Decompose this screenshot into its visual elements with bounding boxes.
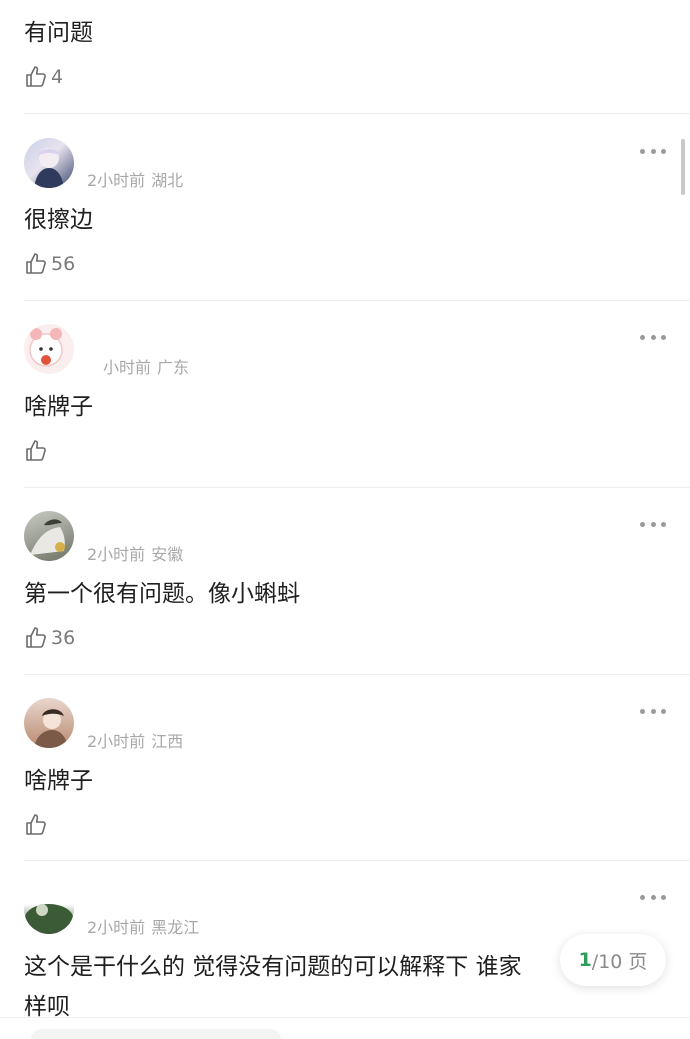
dot-icon	[661, 148, 666, 154]
comment-meta: 2小时前 安徽	[87, 541, 183, 565]
more-options-button[interactable]	[640, 333, 666, 341]
dot-icon	[650, 334, 656, 340]
like-count: 56	[51, 253, 76, 275]
thumbs-up-icon	[26, 627, 46, 648]
comment-text: 啥牌子	[24, 768, 93, 794]
comment-time: 2小时前	[87, 918, 146, 937]
comment-time: 2小时前	[87, 545, 146, 564]
avatar[interactable]	[24, 698, 74, 748]
dot-icon	[640, 334, 645, 340]
avatar[interactable]	[24, 138, 74, 188]
like-count: 4	[51, 66, 64, 88]
comment-region: 黑龙江	[151, 918, 200, 937]
dot-icon	[661, 521, 666, 527]
like-button[interactable]	[24, 812, 51, 838]
comment-region: 湖北	[151, 171, 184, 190]
comment-item: 有问题 4	[0, 0, 690, 113]
dot-icon	[661, 894, 666, 900]
more-options-button[interactable]	[640, 147, 666, 155]
comment-meta: 小时前 广东	[103, 354, 189, 378]
comment-item: 2小时前 安徽 第一个很有问题。像小蝌蚪 36	[0, 488, 690, 674]
dot-icon	[640, 894, 645, 900]
thumbs-up-icon	[26, 253, 46, 274]
comment-item: 小时前 广东 啥牌子	[0, 301, 690, 487]
bottom-bar	[0, 1017, 690, 1039]
comment-text: 这个是干什么的 觉得没有问题的可以解释下 谁家样呗	[24, 954, 522, 1020]
comment-time: 小时前	[103, 358, 152, 377]
comment-meta: 2小时前 黑龙江	[87, 914, 199, 938]
like-button[interactable]: 56	[24, 251, 75, 277]
like-button[interactable]: 4	[24, 64, 63, 90]
avatar[interactable]	[24, 511, 74, 561]
scrollbar[interactable]	[681, 139, 685, 195]
comment-text: 第一个很有问题。像小蝌蚪	[24, 581, 300, 607]
comment-text: 啥牌子	[24, 394, 93, 420]
comment-time: 2小时前	[87, 732, 146, 751]
comment-time: 2小时前	[87, 171, 146, 190]
comment-region: 江西	[151, 732, 184, 751]
thumbs-up-icon	[26, 440, 46, 461]
avatar[interactable]	[24, 884, 74, 934]
dot-icon	[650, 708, 656, 714]
like-count: 36	[51, 627, 76, 649]
thumbs-up-icon	[26, 814, 46, 835]
comment-meta: 2小时前 江西	[87, 728, 183, 752]
comment-meta: 2小时前 湖北	[87, 167, 183, 191]
comment-item: 2小时前 湖北 很擦边 56	[0, 114, 690, 300]
like-button[interactable]	[24, 438, 51, 464]
thumbs-up-icon	[26, 66, 46, 87]
dot-icon	[650, 521, 656, 527]
dot-icon	[640, 708, 645, 714]
dot-icon	[650, 148, 656, 154]
like-button[interactable]: 36	[24, 625, 75, 651]
comment-region: 安徽	[151, 545, 184, 564]
more-options-button[interactable]	[640, 707, 666, 715]
more-options-button[interactable]	[640, 893, 666, 901]
dot-icon	[661, 708, 666, 714]
comment-input-pill[interactable]	[30, 1029, 282, 1039]
page-indicator[interactable]: 1/10 页	[560, 934, 666, 986]
comment-region: 广东	[157, 358, 190, 377]
dot-icon	[661, 334, 666, 340]
comment-text: 有问题	[24, 20, 93, 46]
avatar[interactable]	[24, 324, 74, 374]
comment-text: 很擦边	[24, 207, 93, 233]
dot-icon	[640, 521, 645, 527]
current-page: 1	[578, 949, 592, 971]
more-options-button[interactable]	[640, 520, 666, 528]
comment-item: 2小时前 江西 啥牌子	[0, 675, 690, 861]
dot-icon	[640, 148, 645, 154]
total-pages: /10 页	[591, 950, 648, 973]
dot-icon	[650, 894, 656, 900]
